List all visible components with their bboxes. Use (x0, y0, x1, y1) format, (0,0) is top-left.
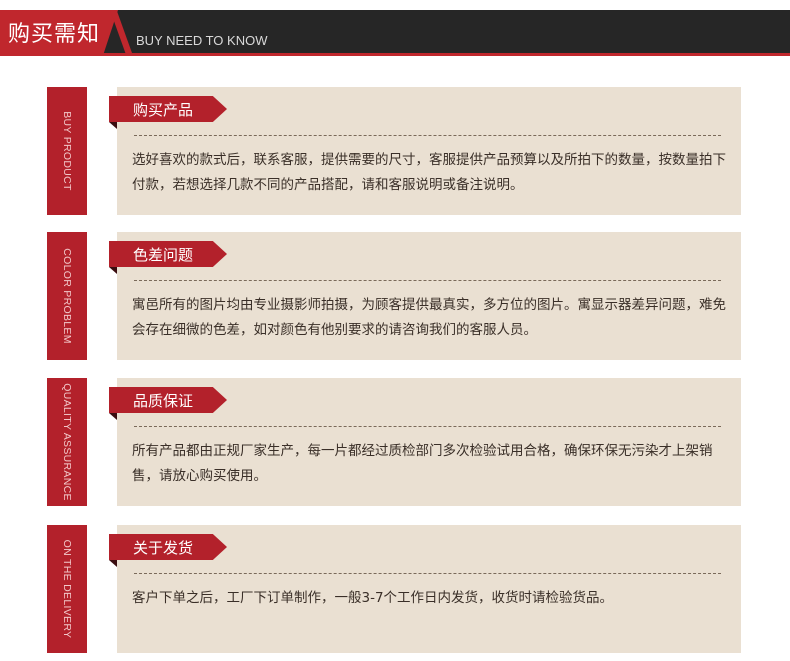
section-tag-label: 关于发货 (133, 539, 194, 557)
tag-fold-decoration (109, 267, 117, 274)
section-body-text: 选好喜欢的款式后，联系客服，提供需要的尺寸，客服提供产品预算以及所拍下的数量，按… (132, 152, 726, 193)
side-tab: QUALITY ASSURANCE (47, 378, 87, 506)
section-buy-product: BUY PRODUCT 购买产品 选好喜欢的款式后，联系客服，提供需要的尺寸，客… (47, 87, 741, 215)
header-slash-decoration (110, 10, 132, 53)
tag-fold-decoration (109, 122, 117, 129)
section-body-text: 所有产品都由正规厂家生产，每一片都经过质检部门多次检验试用合格，确保环保无污染才… (132, 443, 713, 484)
side-tab-label: QUALITY ASSURANCE (61, 383, 73, 501)
page-title: 购买需知 (8, 22, 101, 47)
dashed-divider (134, 135, 721, 136)
section-color-problem: COLOR PROBLEM 色差问题 寓邑所有的图片均由专业摄影师拍摄，为顾客提… (47, 232, 741, 360)
side-tab: COLOR PROBLEM (47, 232, 87, 360)
section-tag-label: 品质保证 (133, 392, 194, 410)
dashed-divider (134, 573, 721, 574)
side-tab: ON THE DELIVERY (47, 525, 87, 653)
page-subtitle: BUY NEED TO KNOW (136, 33, 268, 48)
section-tag-label: 色差问题 (133, 246, 194, 264)
tag-fold-decoration (109, 560, 117, 567)
tag-fold-decoration (109, 413, 117, 420)
side-tab-label: ON THE DELIVERY (61, 539, 73, 639)
dashed-divider (134, 280, 721, 281)
side-tab-label: BUY PRODUCT (61, 111, 73, 191)
section-tag-label: 购买产品 (133, 101, 194, 119)
section-on-the-delivery: ON THE DELIVERY 关于发货 客户下单之后，工厂下订单制作，一般3-… (47, 525, 741, 653)
section-body-text: 客户下单之后，工厂下订单制作，一般3-7个工作日内发货，收货时请检验货品。 (132, 590, 614, 606)
side-tab-label: COLOR PROBLEM (61, 248, 73, 344)
section-body-text: 寓邑所有的图片均由专业摄影师拍摄，为顾客提供最真实，多方位的图片。寓显示器差异问… (132, 297, 726, 338)
page-header: 购买需知 BUY NEED TO KNOW (0, 10, 790, 56)
section-quality-assurance: QUALITY ASSURANCE 品质保证 所有产品都由正规厂家生产，每一片都… (47, 378, 741, 506)
dashed-divider (134, 426, 721, 427)
side-tab: BUY PRODUCT (47, 87, 87, 215)
